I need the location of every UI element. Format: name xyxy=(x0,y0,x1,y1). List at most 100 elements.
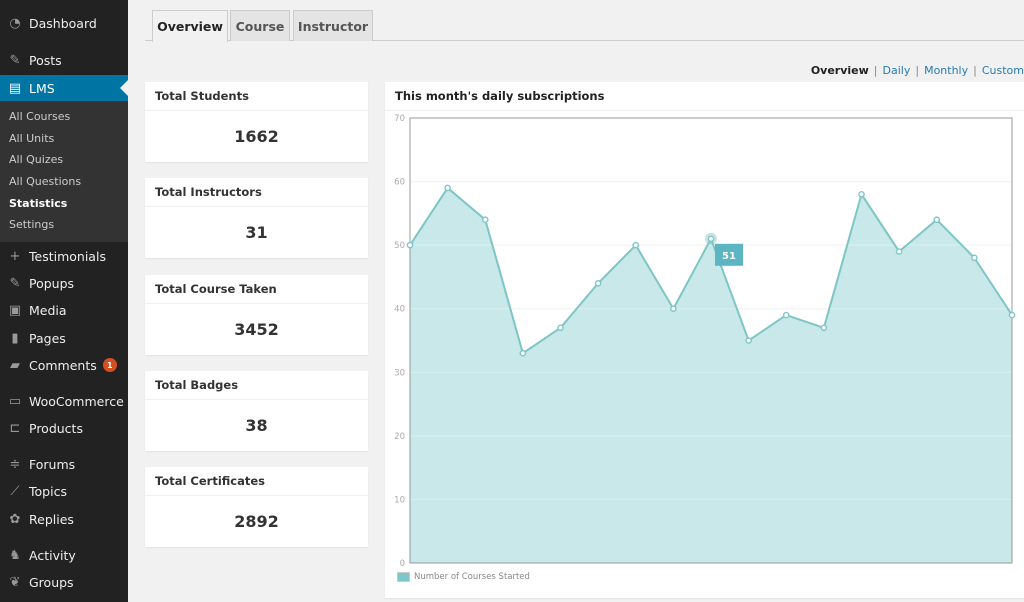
stat-value: 31 xyxy=(245,223,268,242)
stat-title: Total Course Taken xyxy=(145,275,368,304)
woocommerce-icon: ▭ xyxy=(8,393,22,409)
y-tick-label: 30 xyxy=(394,368,405,378)
sidebar-item-label: Testimonials xyxy=(29,248,106,264)
sidebar-item-lms[interactable]: ▤ LMS xyxy=(0,75,128,101)
filter-daily[interactable]: Daily xyxy=(883,64,911,77)
data-point xyxy=(971,254,978,262)
data-point xyxy=(895,248,903,255)
tab-course[interactable]: Course xyxy=(230,10,290,41)
comment-count-badge: 1 xyxy=(102,358,117,372)
lms-icon: ▤ xyxy=(8,80,22,96)
data-point xyxy=(1008,311,1016,319)
sidebar-item-forums[interactable]: ≑ Forums xyxy=(0,451,128,477)
tooltip-label: 51 xyxy=(722,251,736,262)
groups-icon: ❦ xyxy=(9,574,21,590)
admin-sidebar: ◔ Dashboard ✎ Posts ▤ LMS + Testimonials ✎ Popups… xyxy=(0,0,128,602)
stat-card-total-students: Total Students 1662 xyxy=(145,82,368,162)
separator: | xyxy=(873,64,878,77)
sidebar-item-label: Products xyxy=(29,420,83,436)
dashboard-icon: ◔ xyxy=(9,15,21,31)
y-tick-label: 20 xyxy=(394,432,405,442)
submenu-item-settings[interactable]: Settings xyxy=(9,218,54,231)
sidebar-item-label: WooCommerce xyxy=(29,393,124,409)
pin-icon: ✎ xyxy=(9,275,21,291)
y-tick-label: 70 xyxy=(394,114,405,124)
subscriptions-chart: 0 10 20 30 40 50 60 70 51 xyxy=(394,114,1016,569)
filter-overview[interactable]: Overview xyxy=(811,64,869,77)
chart-legend: Number of Courses Started xyxy=(397,572,530,582)
stat-card-total-course-taken: Total Course Taken 3452 xyxy=(145,275,368,355)
sidebar-item-groups[interactable]: ❦ Groups xyxy=(0,569,128,595)
stat-title: Total Students xyxy=(145,82,368,111)
filter-custom[interactable]: Custom xyxy=(982,64,1024,77)
stat-value: 38 xyxy=(245,416,268,435)
plus-icon: + xyxy=(9,248,21,264)
stat-card-total-badges: Total Badges 38 xyxy=(145,371,368,451)
data-point xyxy=(594,279,602,287)
sidebar-item-posts[interactable]: ✎ Posts xyxy=(0,47,128,73)
submenu-item-statistics[interactable]: Statistics xyxy=(9,197,67,210)
stat-value: 2892 xyxy=(234,512,279,531)
sidebar-item-label: Topics xyxy=(29,483,67,499)
topics-icon: ⟋ xyxy=(10,483,20,499)
data-point xyxy=(519,349,527,357)
tab-overview[interactable]: Overview xyxy=(152,10,228,42)
activity-icon: ♞ xyxy=(9,547,21,563)
stat-card-total-instructors: Total Instructors 31 xyxy=(145,178,368,258)
cart-icon: ⊏ xyxy=(9,420,21,436)
y-tick-label: 0 xyxy=(400,559,405,569)
y-tick-label: 10 xyxy=(394,495,405,505)
sidebar-item-activity[interactable]: ♞ Activity xyxy=(0,542,128,568)
data-point xyxy=(481,216,489,224)
sidebar-item-label: Posts xyxy=(29,52,62,68)
sidebar-item-pages[interactable]: ▮ Pages xyxy=(0,325,128,351)
sidebar-item-replies[interactable]: ✿ Replies xyxy=(0,506,128,532)
stat-title: Total Badges xyxy=(145,371,368,400)
sidebar-item-comments[interactable]: ▰ Comments 1 xyxy=(0,352,128,378)
y-tick-label: 40 xyxy=(394,305,405,315)
replies-icon: ✿ xyxy=(9,511,21,527)
y-tick-label: 50 xyxy=(394,241,405,251)
lms-submenu: All Courses All Units All Quizes All Questi… xyxy=(0,101,128,242)
submenu-item-all-units[interactable]: All Units xyxy=(9,132,54,145)
stat-card-total-certificates: Total Certificates 2892 xyxy=(145,467,368,547)
pages-icon: ▮ xyxy=(11,330,19,346)
legend-label: Number of Courses Started xyxy=(414,572,530,582)
data-point xyxy=(444,184,451,192)
period-filter: Overview | Daily | Monthly | Custom xyxy=(811,64,1024,77)
data-point xyxy=(557,324,564,332)
pin-icon: ✎ xyxy=(9,52,21,68)
sidebar-item-label: Activity xyxy=(29,547,76,563)
sidebar-item-label: Groups xyxy=(29,574,74,590)
separator: | xyxy=(973,64,977,77)
sidebar-item-dashboard[interactable]: ◔ Dashboard xyxy=(0,10,128,36)
comment-icon: ▰ xyxy=(10,357,20,373)
sidebar-item-label: Dashboard xyxy=(29,15,97,31)
sidebar-item-label: Media xyxy=(29,302,67,318)
stat-value: 3452 xyxy=(234,320,279,339)
data-point xyxy=(782,311,790,319)
stat-title: Total Instructors xyxy=(145,178,368,207)
data-point xyxy=(670,305,677,313)
forums-icon: ≑ xyxy=(9,456,21,472)
sidebar-item-testimonials[interactable]: + Testimonials xyxy=(0,243,128,269)
sidebar-item-label: Forums xyxy=(29,456,76,472)
sidebar-item-woocommerce[interactable]: ▭ WooCommerce xyxy=(0,388,128,414)
media-icon: ▣ xyxy=(8,302,22,318)
submenu-item-all-quizes[interactable]: All Quizes xyxy=(9,153,63,166)
data-point xyxy=(820,324,828,332)
submenu-item-all-courses[interactable]: All Courses xyxy=(9,110,70,123)
data-point xyxy=(707,235,715,243)
submenu-item-all-questions[interactable]: All Questions xyxy=(9,175,81,188)
sidebar-item-media[interactable]: ▣ Media xyxy=(0,297,128,323)
sidebar-item-topics[interactable]: ⟋ Topics xyxy=(0,478,128,504)
stat-title: Total Certificates xyxy=(145,467,368,496)
sidebar-item-popups[interactable]: ✎ Popups xyxy=(0,270,128,296)
sidebar-item-label: LMS xyxy=(29,80,55,96)
filter-monthly[interactable]: Monthly xyxy=(924,64,968,77)
tab-instructor[interactable]: Instructor xyxy=(293,10,373,41)
legend-swatch xyxy=(397,572,410,582)
sidebar-item-label: Pages xyxy=(29,330,66,346)
y-tick-label: 60 xyxy=(394,178,405,188)
sidebar-item-products[interactable]: ⊏ Products xyxy=(0,415,128,441)
